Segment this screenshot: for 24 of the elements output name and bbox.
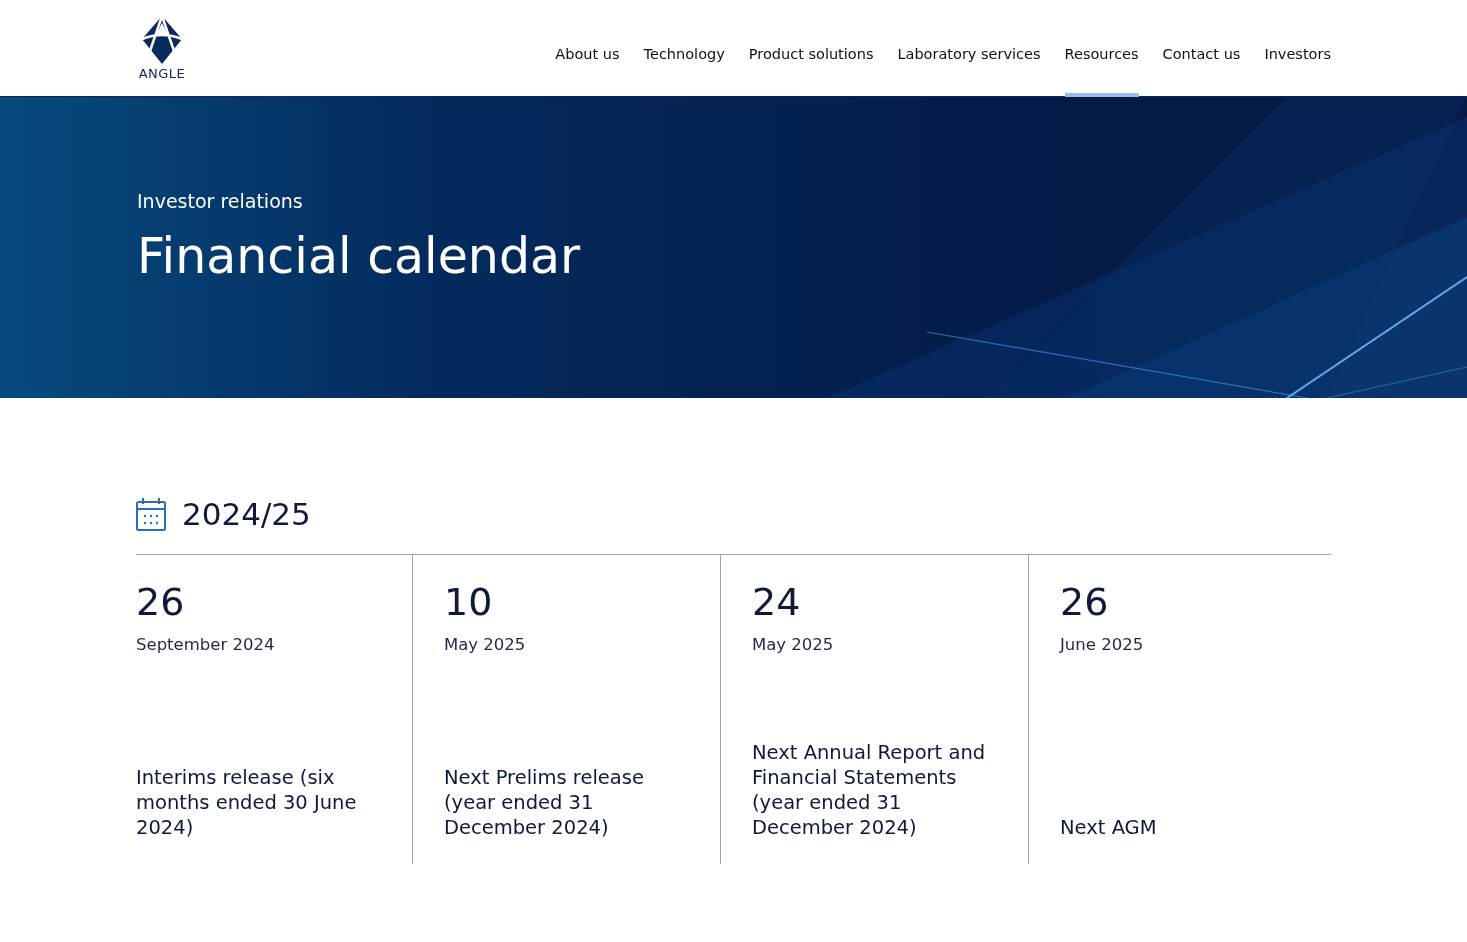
event-month: September 2024: [136, 634, 276, 654]
event-description: Next Prelims release (year ended 31 December 2024): [444, 765, 645, 840]
event-description: Next AGM: [1060, 815, 1158, 840]
nav-link[interactable]: Technology: [643, 0, 725, 97]
logo[interactable]: ANGLE: [136, 0, 188, 96]
event-day: 24: [752, 581, 1008, 625]
event-description: Interims release (six months ended 30 June 2024): [136, 765, 358, 840]
event-day: 26: [136, 581, 392, 625]
page-title: Financial calendar: [137, 228, 582, 285]
event-description: Next Annual Report and Financial Statements (year ended 31 December 2024): [752, 740, 987, 840]
event-month: June 2025: [1060, 634, 1145, 654]
event-day: 10: [444, 581, 700, 625]
hero-eyebrow: Investor relations: [137, 190, 304, 212]
nav-link[interactable]: Product solutions: [748, 0, 874, 97]
calendar-icon: [136, 497, 166, 531]
section-heading: 2024/25: [182, 496, 311, 532]
logo-text: ANGLE: [138, 66, 186, 81]
event-day: 26: [1060, 581, 1311, 625]
event-month: May 2025: [444, 634, 527, 654]
nav-link[interactable]: Laboratory services: [897, 0, 1041, 97]
event-month: May 2025: [752, 634, 835, 654]
nav-link[interactable]: Investors: [1264, 0, 1331, 97]
nav-link[interactable]: About us: [555, 0, 620, 97]
nav-link[interactable]: Contact us: [1162, 0, 1241, 97]
